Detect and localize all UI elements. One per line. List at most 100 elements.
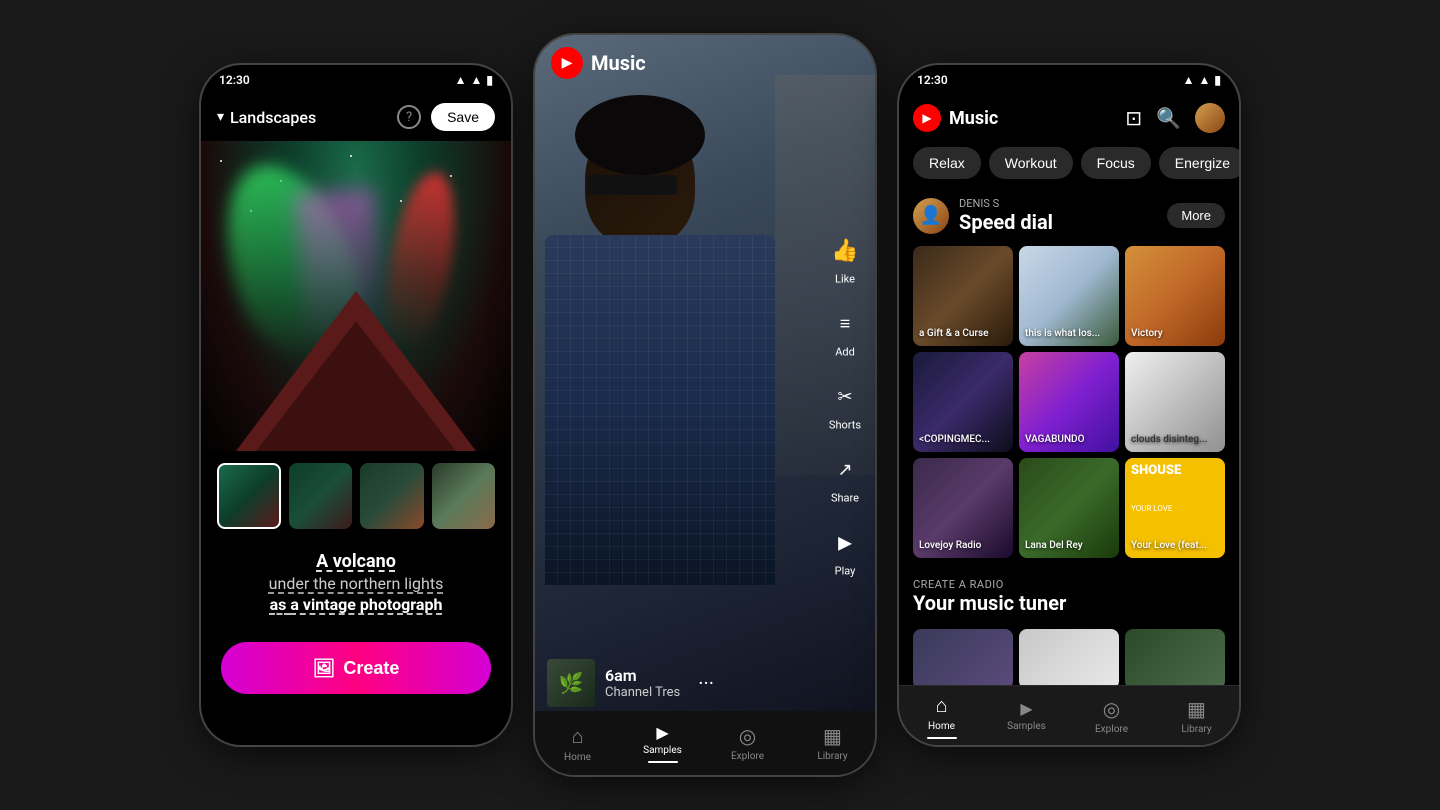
status-bar-3: 12:30 ▲ ▲ ▮ (899, 65, 1239, 91)
bottom-nav-3: ⌂ Home ▶ Samples ◎ Explore ▦ Library (899, 685, 1239, 745)
library-icon-3: ▦ (1187, 697, 1206, 721)
section-title-group: DENIS S Speed dial (959, 197, 1053, 234)
grid-item-8[interactable]: Lana Del Rey (1019, 458, 1119, 558)
music-header: ▶ Music (535, 35, 875, 91)
app-name-2: Music (591, 51, 646, 75)
prompt-line-3: as a vintage photograph (225, 595, 487, 614)
grid-item-1[interactable]: a Gift & a Curse (913, 246, 1013, 346)
home-label-2: Home (564, 752, 591, 763)
thumbnail-1[interactable] (217, 463, 281, 529)
grid-item-label-4: <COPINGMEC... (919, 434, 990, 446)
speed-dial-grid: a Gift & a Curse this is what los... Vic… (899, 238, 1239, 566)
more-options-icon[interactable]: ··· (698, 671, 714, 695)
volcano-overlay (256, 321, 456, 451)
tab-energize[interactable]: Energize (1159, 147, 1239, 179)
prompt-bold: a vintage photograph (290, 595, 442, 614)
add-button[interactable]: ≡ Add (827, 306, 863, 359)
help-button[interactable]: ? (397, 105, 421, 129)
grid-item-2[interactable]: this is what los... (1019, 246, 1119, 346)
prompt-display: A volcano under the northern lights as a… (201, 541, 511, 624)
grid-item-9[interactable]: SHOUSE YOUR LOVE Your Love (feat... (1125, 458, 1225, 558)
user-avatar-header[interactable] (1195, 103, 1225, 133)
user-name: DENIS S (959, 197, 1053, 210)
create-label: Create (343, 658, 399, 679)
nav-library-3[interactable]: ▦ Library (1154, 697, 1239, 735)
status-icons-1: ▲ ▲ ▮ (455, 73, 493, 87)
song-details: 6am Channel Tres (605, 666, 680, 700)
side-action-panel: 👍 Like ≡ Add ✂ Shorts ↗ Share ▶ Play (827, 233, 863, 578)
nav-home-3[interactable]: ⌂ Home (899, 693, 984, 739)
grid-item-4[interactable]: <COPINGMEC... (913, 352, 1013, 452)
more-button[interactable]: More (1167, 203, 1225, 228)
song-info-bar: 🌿 6am Channel Tres ··· (547, 659, 714, 707)
grid-item-label-8: Lana Del Rey (1025, 540, 1083, 552)
song-title: 6am (605, 666, 680, 685)
app-name-3: Music (949, 108, 998, 129)
create-button[interactable]: 🖼 Create (221, 642, 491, 694)
phone-1: 12:30 ▲ ▲ ▮ ▾ Landscapes ? Save (201, 65, 511, 745)
grid-item-label-1: a Gift & a Curse (919, 328, 988, 340)
play-button[interactable]: ▶ Play (827, 525, 863, 578)
speed-dial-title: Speed dial (959, 210, 1053, 234)
nav-home-2[interactable]: ⌂ Home (535, 724, 620, 763)
grid-item-bg-5: VAGABUNDO (1019, 352, 1119, 452)
cast-icon[interactable]: ⊡ (1125, 106, 1142, 130)
thumbnail-2[interactable] (289, 463, 352, 529)
active-indicator-3 (927, 737, 957, 739)
grid-item-6[interactable]: clouds disinteg... (1125, 352, 1225, 452)
grid-item-label-6: clouds disinteg... (1131, 434, 1207, 446)
home-icon-2: ⌂ (571, 724, 583, 749)
tab-focus[interactable]: Focus (1081, 147, 1151, 179)
youtube-icon-3: ▶ (913, 104, 941, 132)
battery-icon-3: ▮ (1214, 73, 1221, 87)
radio-img-3 (1125, 629, 1225, 689)
samples-icon-2: ▶ (656, 723, 668, 742)
play-label: Play (835, 565, 856, 578)
header-actions-3: ⊡ 🔍 (1125, 103, 1225, 133)
prompt-line-2: under the northern lights (225, 574, 487, 593)
signal-icon-1: ▲ (471, 73, 483, 87)
nav-library-2[interactable]: ▦ Library (790, 724, 875, 762)
status-icons-3: ▲ ▲ ▮ (1183, 73, 1221, 87)
home-icon-3: ⌂ (935, 693, 947, 718)
prompt-prefix: as (270, 595, 291, 614)
active-indicator (648, 761, 678, 763)
shorts-label: Shorts (829, 419, 861, 432)
song-thumbnail: 🌿 (547, 659, 595, 707)
speed-dial-header: 👤 DENIS S Speed dial More (899, 191, 1239, 238)
grid-item-3[interactable]: Victory (1125, 246, 1225, 346)
thumbnail-3[interactable] (360, 463, 423, 529)
save-button[interactable]: Save (431, 103, 495, 131)
nav-samples-2[interactable]: ▶ Samples (620, 723, 705, 763)
explore-icon-2: ◎ (739, 724, 756, 748)
grid-item-label-9: Your Love (feat... (1131, 540, 1207, 552)
samples-label-2: Samples (643, 745, 682, 756)
prompt-line-1: A volcano (225, 551, 487, 572)
bottom-nav-2: ⌂ Home ▶ Samples ◎ Explore ▦ Library (535, 711, 875, 775)
grid-item-bg-2: this is what los... (1019, 246, 1119, 346)
song-artist: Channel Tres (605, 685, 680, 700)
youtube-icon: ▶ (551, 47, 583, 79)
like-button[interactable]: 👍 Like (827, 233, 863, 286)
nav-explore-3[interactable]: ◎ Explore (1069, 697, 1154, 735)
share-icon: ↗ (827, 452, 863, 488)
nav-samples-3[interactable]: ▶ Samples (984, 699, 1069, 732)
like-icon: 👍 (827, 233, 863, 269)
shorts-button[interactable]: ✂ Shorts (827, 379, 863, 432)
grid-item-7[interactable]: Lovejoy Radio (913, 458, 1013, 558)
thumbnail-4[interactable] (432, 463, 495, 529)
tab-relax[interactable]: Relax (913, 147, 981, 179)
samples-icon-3: ▶ (1020, 699, 1032, 718)
wifi-icon-3: ▲ (1183, 73, 1195, 87)
thumbnail-strip (201, 451, 511, 541)
search-icon[interactable]: 🔍 (1156, 106, 1181, 130)
grid-item-5[interactable]: VAGABUNDO (1019, 352, 1119, 452)
nav-explore-2[interactable]: ◎ Explore (705, 724, 790, 762)
grid-item-bg-7: Lovejoy Radio (913, 458, 1013, 558)
phone-3: 12:30 ▲ ▲ ▮ ▶ Music ⊡ 🔍 Relax Workout Fo… (899, 65, 1239, 745)
share-button[interactable]: ↗ Share (827, 452, 863, 505)
tab-workout[interactable]: Workout (989, 147, 1073, 179)
header-actions: ? Save (397, 103, 495, 131)
radio-img-1 (913, 629, 1013, 689)
aurora-background (201, 141, 511, 451)
